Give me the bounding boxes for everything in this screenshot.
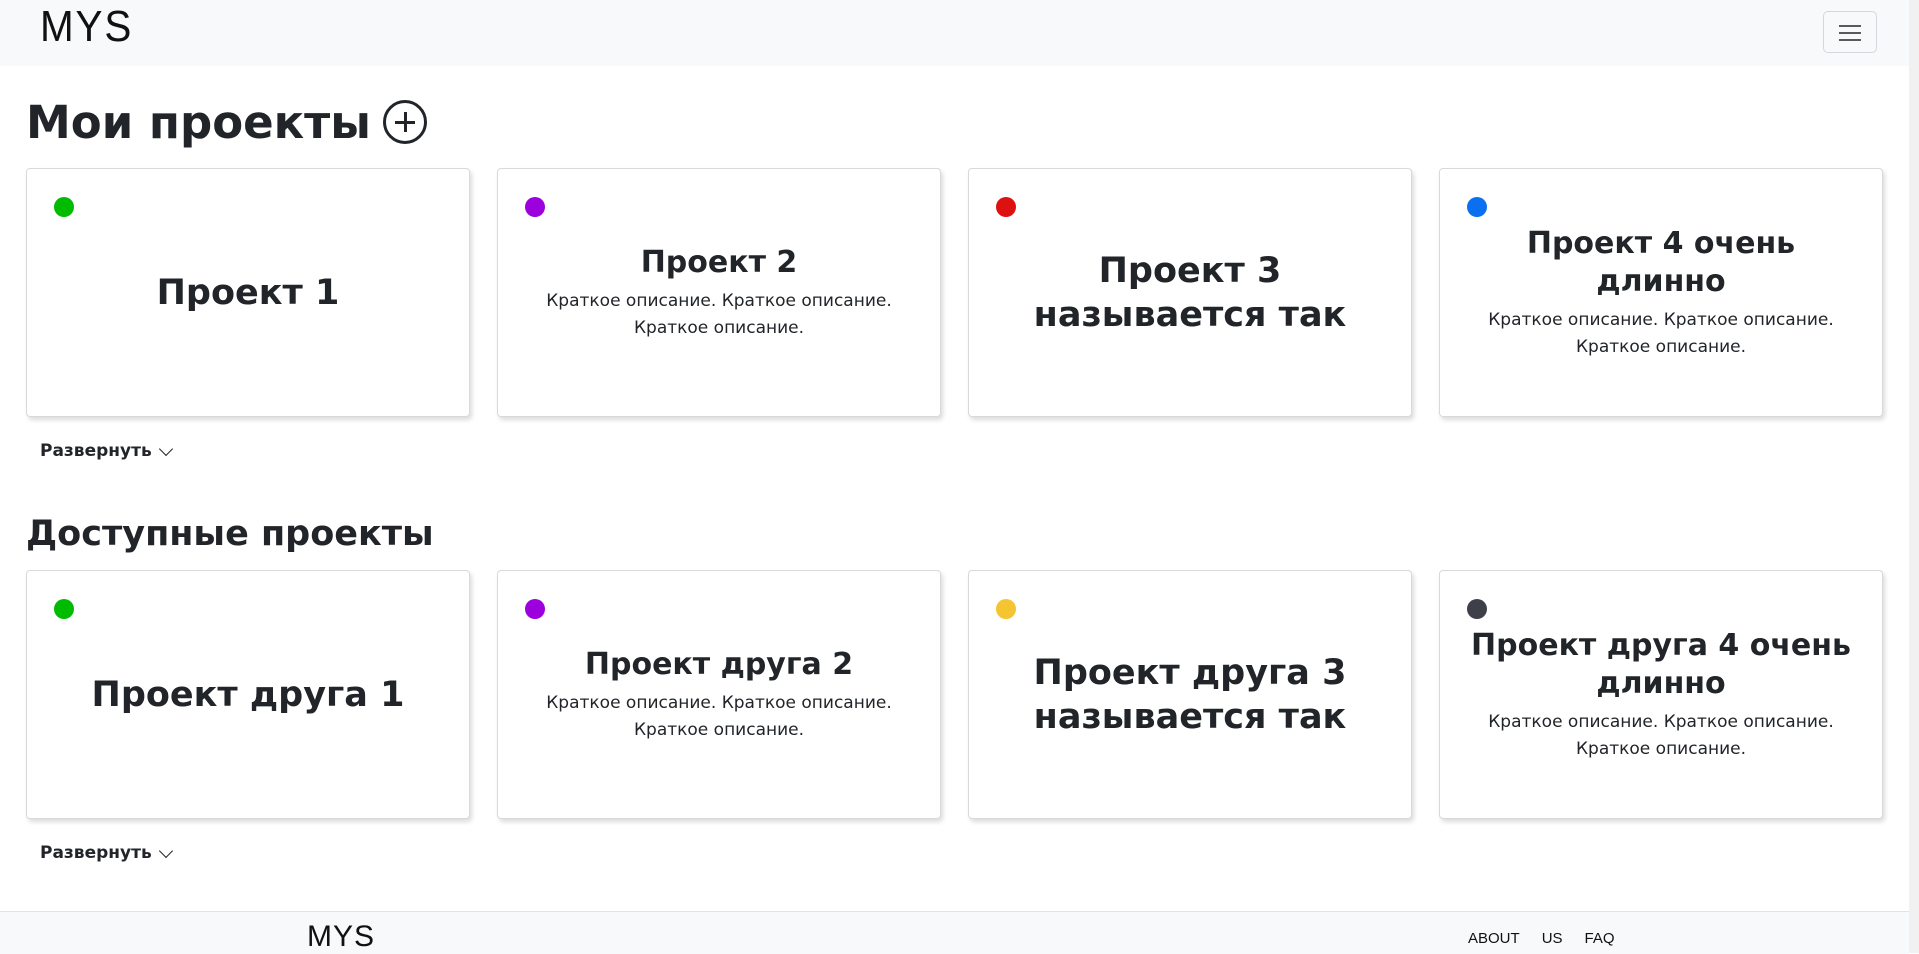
- status-dot: [1467, 197, 1487, 217]
- project-description: Краткое описание. Краткое описание. Крат…: [1488, 711, 1834, 759]
- available-projects-title-text: Доступные проекты: [26, 514, 434, 554]
- my-projects-grid: Проект 1 Проект 2 Краткое описание. Крат…: [26, 168, 1884, 417]
- project-title: Проект 3 называется так: [1033, 250, 1347, 335]
- project-title: Проект друга 4 очень длинно: [1471, 627, 1851, 701]
- top-navbar: MYS: [0, 0, 1909, 66]
- expand-available-projects-button[interactable]: Развернуть: [40, 843, 173, 863]
- project-card[interactable]: Проект друга 3 назы­вается так: [968, 570, 1412, 819]
- brand-logo[interactable]: MYS: [40, 4, 133, 50]
- status-dot: [1467, 599, 1487, 619]
- project-card[interactable]: Проект 1: [26, 168, 470, 417]
- chevron-down-icon: [158, 441, 173, 456]
- expand-label: Развернуть: [40, 843, 152, 863]
- footer-logo[interactable]: MYS: [307, 920, 375, 954]
- project-description: Краткое описание. Краткое описание. Крат…: [1488, 309, 1834, 357]
- project-title: Проект 1: [156, 272, 340, 313]
- footer-link-faq[interactable]: FAQ: [1585, 930, 1615, 947]
- hamburger-icon-line: [1839, 39, 1861, 41]
- menu-toggle-button[interactable]: [1823, 11, 1877, 53]
- hamburger-icon: [1839, 25, 1861, 27]
- my-projects-title-text: Мои проекты: [26, 95, 371, 149]
- footer-link-us[interactable]: US: [1542, 930, 1563, 947]
- project-card[interactable]: Проект 3 называется так: [968, 168, 1412, 417]
- available-projects-title: Доступные проекты: [26, 512, 434, 556]
- status-dot: [996, 599, 1016, 619]
- project-card[interactable]: Проект друга 2 Краткое описание. Краткое…: [497, 570, 941, 819]
- my-projects-title: Мои проекты: [26, 94, 427, 150]
- status-dot: [525, 599, 545, 619]
- plus-circle-icon[interactable]: [382, 100, 427, 144]
- project-title: Проект друга 3 назы­вается так: [1033, 652, 1347, 737]
- status-dot: [996, 197, 1016, 217]
- expand-my-projects-button[interactable]: Развернуть: [40, 441, 173, 461]
- project-title: Проект 2: [640, 244, 798, 280]
- status-dot: [54, 599, 74, 619]
- project-title: Проект 4 очень длинно: [1526, 225, 1796, 299]
- chevron-down-icon: [158, 843, 173, 858]
- hamburger-icon-line: [1839, 32, 1861, 34]
- project-title: Проект друга 2: [584, 646, 854, 682]
- project-card[interactable]: Проект друга 1: [26, 570, 470, 819]
- status-dot: [525, 197, 545, 217]
- scrollbar[interactable]: [1909, 0, 1919, 953]
- project-title: Проект друга 1: [91, 674, 405, 715]
- footer-link-about[interactable]: ABOUT: [1468, 930, 1520, 947]
- footer: MYS ABOUT US FAQ: [0, 911, 1909, 954]
- project-card[interactable]: Проект 4 очень длинно Краткое описание. …: [1439, 168, 1883, 417]
- project-description: Краткое описание. Краткое описание. Крат…: [546, 692, 892, 740]
- project-card[interactable]: Проект друга 4 очень длинно Краткое опис…: [1439, 570, 1883, 819]
- project-description: Краткое описание. Краткое описание. Крат…: [546, 290, 892, 338]
- project-card[interactable]: Проект 2 Краткое описание. Краткое описа…: [497, 168, 941, 417]
- footer-links: ABOUT US FAQ: [1468, 930, 1615, 947]
- status-dot: [54, 197, 74, 217]
- available-projects-grid: Проект друга 1 Проект друга 2 Краткое оп…: [26, 570, 1884, 819]
- expand-label: Развернуть: [40, 441, 152, 461]
